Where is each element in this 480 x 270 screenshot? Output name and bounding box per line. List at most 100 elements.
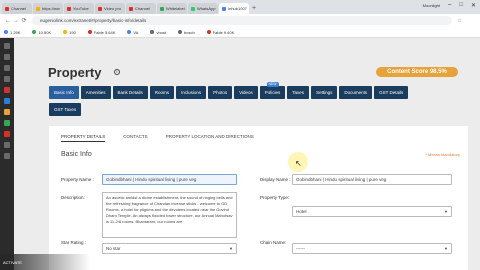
bookmark-icon: [32, 30, 37, 34]
browser-tab[interactable]: Inhub1007: [219, 3, 249, 14]
forward-icon[interactable]: →: [12, 18, 20, 24]
bookmark-item[interactable]: VA: [127, 30, 138, 35]
section-button[interactable]: Basic Info: [49, 86, 79, 99]
address-bar: ← → ⟳ eugeniolink.com/extranet/#/propert…: [0, 14, 480, 27]
bookmark-right[interactable]: Moonlight: [423, 3, 440, 8]
reload-icon[interactable]: ⟳: [20, 17, 28, 24]
home-icon[interactable]: [4, 54, 10, 60]
app-icon[interactable]: [4, 109, 10, 115]
section-button[interactable]: Settings: [311, 86, 338, 99]
info-icon[interactable]: i: [114, 69, 120, 75]
subtab[interactable]: PROPERTY DETAILS: [61, 134, 106, 142]
app-icon[interactable]: [4, 98, 10, 104]
bookmark-item[interactable]: Fable 5.64K: [87, 30, 115, 35]
section-title: Basic Info: [61, 151, 92, 158]
browser-tab[interactable]: Channel: [2, 3, 32, 14]
app-icon[interactable]: [4, 131, 10, 137]
section-button[interactable]: Documents: [339, 86, 373, 99]
section-button-label: Settings: [316, 90, 333, 95]
tab-label: WhatsApp: [197, 6, 216, 11]
section-button-label: Inclusions: [181, 90, 202, 95]
section-button[interactable]: Policies NEW: [259, 82, 286, 99]
new-tab-icon[interactable]: +: [252, 3, 256, 14]
chevron-down-icon: ▼: [229, 246, 233, 251]
folder-icon[interactable]: [4, 65, 10, 71]
taskbar: ACTIVATE: [0, 254, 90, 270]
bookmark-item[interactable]: 190: [63, 30, 76, 35]
section-button[interactable]: Taxes: [287, 86, 310, 99]
app-icon[interactable]: [4, 142, 10, 148]
section-button[interactable]: Bank Details: [112, 86, 148, 99]
property-type-select[interactable]: Hotel ▼: [292, 206, 452, 217]
page-title: Property: [48, 65, 102, 80]
close-icon[interactable]: ✕: [471, 2, 476, 9]
chevron-down-icon: ▼: [444, 209, 448, 214]
browser-tab[interactable]: Video pro: [95, 3, 125, 14]
section-button-label: Amenities: [85, 90, 106, 95]
back-icon[interactable]: ←: [4, 18, 12, 24]
property-name-label: Property Name :: [61, 177, 94, 182]
bookmark-icon: [87, 30, 92, 34]
section-button[interactable]: Rooms: [149, 86, 175, 99]
star-rating-label: Star Rating :: [61, 240, 87, 245]
browser-tab[interactable]: YouTube: [64, 3, 94, 14]
app-icon[interactable]: [4, 76, 10, 82]
section-button[interactable]: GST Details: [374, 86, 409, 99]
bookmarks-bar: 1.29K 10.50K 190 Fable 5.64K VA vhost bosch Fab…: [0, 27, 480, 38]
section-button-row: Basic Info Amenities Bank Details Rooms Incl…: [49, 82, 409, 99]
favicon-icon: [191, 6, 195, 11]
bookmark-item[interactable]: Fable 9.40K: [206, 30, 234, 35]
subtab[interactable]: PROPERTY LOCATION AND DIRECTIONS: [166, 134, 254, 142]
grid-icon[interactable]: [4, 43, 10, 49]
section-button-label: Photos: [213, 90, 228, 95]
window-controls: – □ ✕: [448, 2, 476, 9]
app-icon[interactable]: [4, 120, 10, 126]
section-button-label: Rooms: [154, 90, 170, 95]
mouse-pointer-icon: ↖: [295, 159, 302, 168]
description-label: Description:: [61, 195, 85, 200]
bookmark-item[interactable]: vhost: [150, 30, 166, 35]
section-button-label: Documents: [344, 90, 368, 95]
browser-tab[interactable]: WhatsApp: [188, 3, 218, 14]
bookmark-label: 1.29K: [10, 29, 21, 35]
section-button-row-2: GST Taxes: [49, 103, 82, 116]
browser-tab-strip: Channel https://ww YouTube Video pro Channel…: [0, 0, 480, 14]
subtab[interactable]: CONTACTS: [123, 134, 147, 142]
maximize-icon[interactable]: □: [459, 2, 463, 9]
os-left-sidebar: [0, 38, 14, 270]
section-button-label: Bank Details: [117, 90, 143, 95]
bookmark-item[interactable]: bosch: [178, 30, 195, 35]
chain-name-select[interactable]: ------ ▼: [292, 243, 452, 254]
tab-label: YouTube: [73, 6, 89, 11]
app-icon[interactable]: [4, 87, 10, 93]
section-button[interactable]: Videos: [234, 86, 258, 99]
property-type-label: Property Type:: [260, 195, 290, 200]
minimize-icon[interactable]: –: [448, 2, 451, 9]
taskbar-label: ACTIVATE: [3, 259, 22, 265]
display-name-input[interactable]: Gobindbhani | Hindu spiritual living | p…: [292, 174, 452, 185]
description-textarea[interactable]: An ascetic amidst a divine establishment…: [102, 192, 237, 238]
browser-tab[interactable]: https://ww: [33, 3, 63, 14]
bookmark-item[interactable]: 10.50K: [32, 30, 51, 35]
tab-label: Channel: [135, 6, 150, 11]
section-button[interactable]: Photos: [208, 86, 233, 99]
star-rating-select[interactable]: No star ▼: [102, 243, 237, 254]
chevron-down-icon: ▼: [444, 246, 448, 251]
app-icon[interactable]: [4, 153, 10, 159]
bookmark-label: 10.50K: [38, 29, 52, 35]
bookmark-icon: [150, 30, 155, 34]
tab-label: Whitelabel: [166, 6, 185, 11]
favicon-icon: [98, 6, 102, 11]
section-button[interactable]: GST Taxes: [49, 103, 82, 116]
section-button-label: Videos: [239, 90, 253, 95]
browser-tab[interactable]: Whitelabel: [157, 3, 187, 14]
url-field[interactable]: eugeniolink.com/extranet/#/property/basi…: [32, 16, 452, 25]
section-button[interactable]: Inclusions: [176, 86, 207, 99]
bookmark-item[interactable]: 1.29K: [4, 30, 20, 35]
browser-tab[interactable]: Channel: [126, 3, 156, 14]
star-icon[interactable]: ☆: [457, 18, 461, 24]
section-button[interactable]: Amenities: [80, 86, 111, 99]
section-button-label: Policies: [264, 90, 281, 95]
mandatory-note: * Means Mandatory: [425, 152, 460, 157]
property-name-input[interactable]: Gobindbhani | Hindu spiritual living | p…: [102, 174, 237, 185]
